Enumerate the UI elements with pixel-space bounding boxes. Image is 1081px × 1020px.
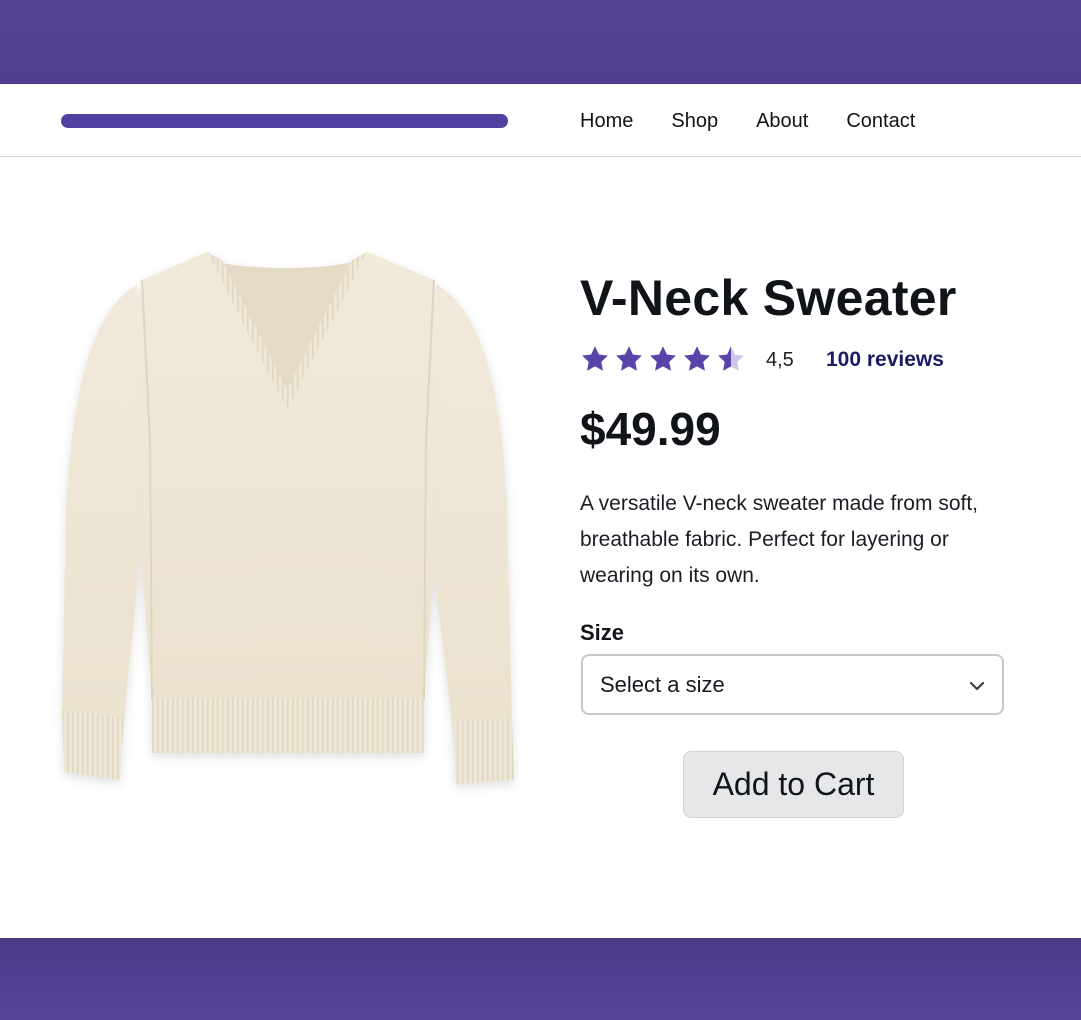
rating-row: 4,5 100 reviews [580,344,1010,376]
star-icon [616,346,642,371]
navbar: Home Shop About Contact [0,84,1081,157]
size-select-value: Select a size [600,672,725,697]
top-banner [0,0,1081,84]
nav-link-about[interactable]: About [756,108,808,134]
product-price: $49.99 [580,403,721,455]
sweater-image [62,252,514,784]
nav-link-contact[interactable]: Contact [846,108,915,134]
reviews-link[interactable]: 100 reviews [826,348,944,372]
product-details: V-Neck Sweater 4,5 100 reviews $49.99 A … [580,268,1010,818]
add-to-cart-button[interactable]: Add to Cart [683,751,904,818]
product-title: V-Neck Sweater [580,270,957,326]
half-star-icon [718,346,744,371]
rating-value: 4,5 [766,349,794,371]
star-rating [580,344,750,374]
bottom-banner [0,938,1081,1020]
star-icon [684,346,710,371]
size-label: Size [580,620,625,645]
star-icon [650,346,676,371]
nav-links: Home Shop About Contact [580,108,953,134]
product-page: Home Shop About Contact V-Neck Sweater 4… [0,0,1081,1020]
nav-link-shop[interactable]: Shop [671,108,718,134]
size-select[interactable]: Select a size [581,654,1004,715]
star-icon [582,346,608,371]
product-description: A versatile V-neck sweater made from sof… [580,492,978,587]
logo-placeholder[interactable] [61,114,508,128]
nav-link-home[interactable]: Home [580,108,633,134]
chevron-down-icon [969,681,985,691]
